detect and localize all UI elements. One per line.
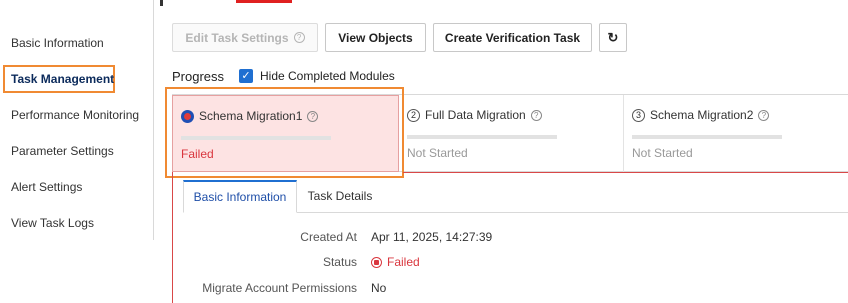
edit-task-settings-label: Edit Task Settings — [185, 30, 289, 45]
module-title: 2 Full Data Migration ? — [407, 108, 542, 122]
status-text: Failed — [387, 255, 420, 269]
module-card-schema-migration2[interactable]: 3 Schema Migration2 ? Not Started — [624, 95, 848, 172]
created-at-value: Apr 11, 2025, 14:27:39 — [371, 230, 493, 244]
view-objects-button[interactable]: View Objects — [325, 23, 426, 52]
detail-panel-border-top — [403, 172, 848, 173]
sidebar-item-view-task-logs[interactable]: View Task Logs — [3, 209, 115, 237]
help-icon: ? — [293, 32, 305, 43]
failed-status-icon — [371, 256, 382, 268]
header-fragment — [160, 0, 163, 6]
refresh-button[interactable]: ↻ — [599, 23, 627, 52]
hide-completed-checkbox[interactable]: ✓ — [239, 69, 253, 83]
detail-panel-border — [172, 172, 173, 303]
module-status: Not Started — [632, 146, 693, 160]
task-management-page: Basic Information Task Management Perfor… — [0, 0, 848, 303]
help-icon: ? — [758, 109, 770, 121]
hide-completed-label: Hide Completed Modules — [260, 69, 395, 83]
module-title: 3 Schema Migration2 ? — [632, 108, 770, 122]
migrate-account-permissions-label: Migrate Account Permissions — [202, 281, 357, 295]
sidebar-item-parameter-settings[interactable]: Parameter Settings — [3, 137, 115, 165]
sidebar-item-performance-monitoring[interactable]: Performance Monitoring — [3, 101, 139, 129]
detail-tabs: Basic Information Task Details — [183, 180, 848, 213]
module-progress-bar — [632, 135, 782, 139]
status-label: Status — [322, 255, 357, 269]
sidebar-item-basic-information[interactable]: Basic Information — [3, 29, 115, 57]
module-name: Schema Migration2 — [650, 108, 754, 122]
create-verification-task-button[interactable]: Create Verification Task — [433, 23, 592, 52]
refresh-icon: ↻ — [607, 29, 619, 45]
module-name: Full Data Migration — [425, 108, 526, 122]
tab-task-details[interactable]: Task Details — [297, 180, 383, 213]
module-card-full-data-migration[interactable]: 2 Full Data Migration ? Not Started — [399, 95, 624, 172]
sidebar-item-task-management[interactable]: Task Management — [3, 65, 115, 93]
help-icon: ? — [530, 109, 542, 121]
status-value: Failed — [371, 255, 420, 269]
migrate-account-permissions-value: No — [371, 281, 387, 295]
created-at-label: Created At — [300, 230, 357, 244]
step-number-icon: 3 — [632, 108, 645, 122]
sidebar: Basic Information Task Management Perfor… — [0, 0, 154, 240]
header-underline — [236, 0, 292, 3]
tab-basic-information[interactable]: Basic Information — [183, 180, 297, 213]
edit-task-settings-button[interactable]: Edit Task Settings ? — [172, 23, 318, 52]
progress-title: Progress — [172, 69, 225, 84]
sidebar-item-alert-settings[interactable]: Alert Settings — [3, 173, 115, 201]
module-progress-bar — [407, 135, 557, 139]
step-number-icon: 2 — [407, 108, 420, 122]
highlight-box — [165, 87, 404, 178]
module-status: Not Started — [407, 146, 468, 160]
